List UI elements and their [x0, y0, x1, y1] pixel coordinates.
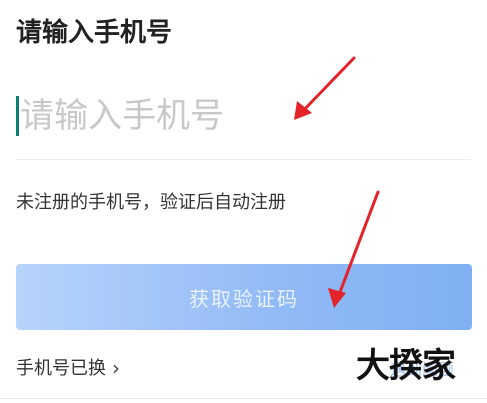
phone-input[interactable] — [20, 92, 460, 140]
phone-changed-link[interactable]: 手机号已换 › — [16, 356, 120, 382]
watermark-text: 大揆家 — [356, 346, 456, 386]
bottom-divider — [0, 398, 487, 399]
text-caret — [16, 96, 19, 136]
get-verification-code-button[interactable]: 获取验证码 — [16, 264, 472, 330]
phone-input-container[interactable] — [16, 84, 471, 160]
registration-hint: 未注册的手机号，验证后自动注册 — [16, 192, 286, 213]
page-title: 请输入手机号 — [16, 18, 173, 48]
phone-changed-label: 手机号已换 — [16, 358, 106, 379]
chevron-right-icon: › — [112, 356, 120, 380]
